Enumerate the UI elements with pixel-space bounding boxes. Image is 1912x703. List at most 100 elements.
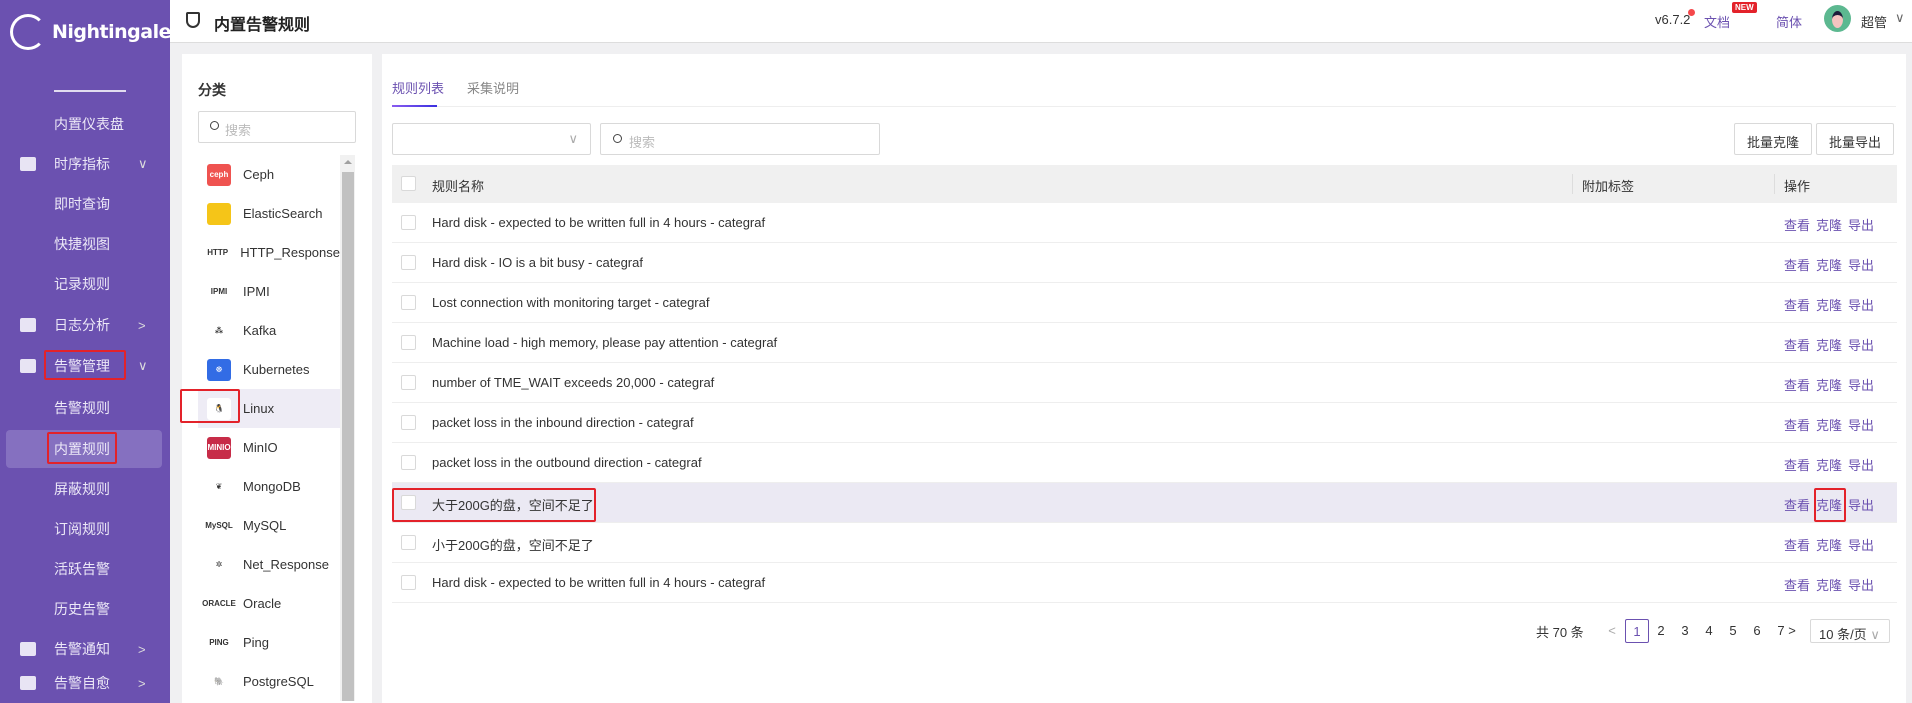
chevron-down-icon[interactable]: ∨ [1895,10,1905,26]
row-checkbox[interactable] [401,255,416,270]
clone-link[interactable]: 克隆 [1816,455,1842,474]
export-link[interactable]: 导出 [1848,415,1874,434]
view-link[interactable]: 查看 [1784,575,1810,594]
docs-link[interactable]: 文档 [1704,12,1730,31]
row-checkbox[interactable] [401,415,416,430]
batch-export-button[interactable]: 批量导出 [1816,123,1895,155]
sidebar-item[interactable]: 告警自愈 > [0,664,170,702]
table-row[interactable]: Machine load - high memory, please pay a… [392,323,1897,363]
category-item[interactable]: ElasticSearch [198,194,340,233]
scrollbar[interactable] [340,155,355,701]
export-link[interactable]: 导出 [1848,335,1874,354]
row-checkbox[interactable] [401,335,416,350]
table-row[interactable]: packet loss in the outbound direction - … [392,443,1897,483]
category-item[interactable]: HTTP HTTP_Response [198,233,340,272]
view-link[interactable]: 查看 [1784,535,1810,554]
sidebar-item[interactable]: 告警通知 > [0,630,170,668]
table-row[interactable]: Hard disk - expected to be written full … [392,203,1897,243]
sidebar-item[interactable]: 日志分析 > [0,306,170,344]
view-link[interactable]: 查看 [1784,495,1810,514]
clone-link[interactable]: 克隆 [1816,335,1842,354]
category-item[interactable]: MINIO MinIO [198,428,340,467]
category-item[interactable]: ☸ Kubernetes [198,350,340,389]
clone-link[interactable]: 克隆 [1816,415,1842,434]
category-item[interactable]: PING Ping [198,623,340,662]
scrollbar-thumb[interactable] [342,172,354,701]
export-link[interactable]: 导出 [1848,295,1874,314]
rule-search-input[interactable]: 搜索 [600,123,880,155]
table-row[interactable]: 小于200G的盘，空间不足了 查看 克隆 导出 [392,523,1897,563]
view-link[interactable]: 查看 [1784,255,1810,274]
sidebar-item[interactable]: 订阅规则 [0,510,170,548]
clone-link[interactable]: 克隆 [1816,255,1842,274]
sidebar-item[interactable]: 时序指标 ∨ [0,145,170,183]
clone-link[interactable]: 克隆 [1816,295,1842,314]
row-checkbox[interactable] [401,295,416,310]
row-checkbox[interactable] [401,575,416,590]
select-all-checkbox[interactable] [401,176,416,191]
view-link[interactable]: 查看 [1784,375,1810,394]
view-link[interactable]: 查看 [1784,295,1810,314]
row-checkbox[interactable] [401,495,416,510]
clone-link[interactable]: 克隆 [1816,215,1842,234]
sidebar-item[interactable]: 告警管理 ∨ [0,347,170,385]
page-1[interactable]: 1 [1625,619,1649,643]
clone-link[interactable]: 克隆 [1816,575,1842,594]
tab-rule-list[interactable]: 规则列表 [392,78,444,97]
export-link[interactable]: 导出 [1848,255,1874,274]
sidebar-item[interactable]: 历史告警 [0,590,170,628]
category-item[interactable]: 🐘 PostgreSQL [198,662,340,701]
view-link[interactable]: 查看 [1784,335,1810,354]
table-row[interactable]: packet loss in the inbound direction - c… [392,403,1897,443]
sidebar-item[interactable]: 快捷视图 [0,225,170,263]
row-checkbox[interactable] [401,215,416,230]
scroll-up-icon[interactable] [344,160,352,164]
nightingale-logo[interactable]: Nightingale [10,14,171,50]
clone-link[interactable]: 克隆 [1816,535,1842,554]
prev-page-icon[interactable]: < [1600,619,1624,643]
page-2[interactable]: 2 [1649,619,1673,643]
avatar[interactable] [1824,5,1851,32]
tab-collection-notes[interactable]: 采集说明 [467,78,519,97]
sidebar-item[interactable]: 即时查询 [0,185,170,223]
language-switch[interactable]: 简体 [1776,12,1802,31]
table-row[interactable]: Hard disk - expected to be written full … [392,563,1897,603]
export-link[interactable]: 导出 [1848,455,1874,474]
export-link[interactable]: 导出 [1848,535,1874,554]
page-size-select[interactable]: 10 条/页 ∨ [1810,619,1890,643]
row-checkbox[interactable] [401,375,416,390]
table-row[interactable]: Lost connection with monitoring target -… [392,283,1897,323]
category-item[interactable]: MySQL MySQL [198,506,340,545]
version[interactable]: v6.7.2 [1655,9,1696,27]
export-link[interactable]: 导出 [1848,375,1874,394]
export-link[interactable]: 导出 [1848,215,1874,234]
category-item[interactable]: IPMI IPMI [198,272,340,311]
view-link[interactable]: 查看 [1784,215,1810,234]
view-link[interactable]: 查看 [1784,415,1810,434]
sidebar-item[interactable]: 屏蔽规则 [0,470,170,508]
sidebar-item[interactable]: 活跃告警 [0,550,170,588]
clone-link[interactable]: 克隆 [1816,495,1842,514]
category-item[interactable]: ORACLE Oracle [198,584,340,623]
row-checkbox[interactable] [401,535,416,550]
row-checkbox[interactable] [401,455,416,470]
batch-clone-button[interactable]: 批量克隆 [1734,123,1813,155]
table-row[interactable]: Hard disk - IO is a bit busy - categraf 查… [392,243,1897,283]
clone-link[interactable]: 克隆 [1816,375,1842,394]
sidebar-item[interactable]: 内置规则 [6,430,162,468]
table-row[interactable]: number of TME_WAIT exceeds 20,000 - cate… [392,363,1897,403]
sidebar-item[interactable]: 告警规则 [0,389,170,427]
export-link[interactable]: 导出 [1848,575,1874,594]
category-item[interactable]: 🐧 Linux [198,389,340,428]
sidebar-item[interactable]: 记录规则 [0,265,170,303]
category-item[interactable]: ⁂ Kafka [198,311,340,350]
filter-select[interactable]: ∨ [392,123,591,155]
category-search-input[interactable]: 搜索 [198,111,356,143]
page-5[interactable]: 5 [1721,619,1745,643]
next-page-icon[interactable]: > [1780,619,1804,643]
user-menu[interactable]: 超管 [1861,12,1887,31]
category-item[interactable]: ceph Ceph [198,155,340,194]
category-item[interactable]: ✲ Net_Response [198,545,340,584]
table-row[interactable]: 大于200G的盘，空间不足了 查看 克隆 导出 [392,483,1897,523]
page-3[interactable]: 3 [1673,619,1697,643]
